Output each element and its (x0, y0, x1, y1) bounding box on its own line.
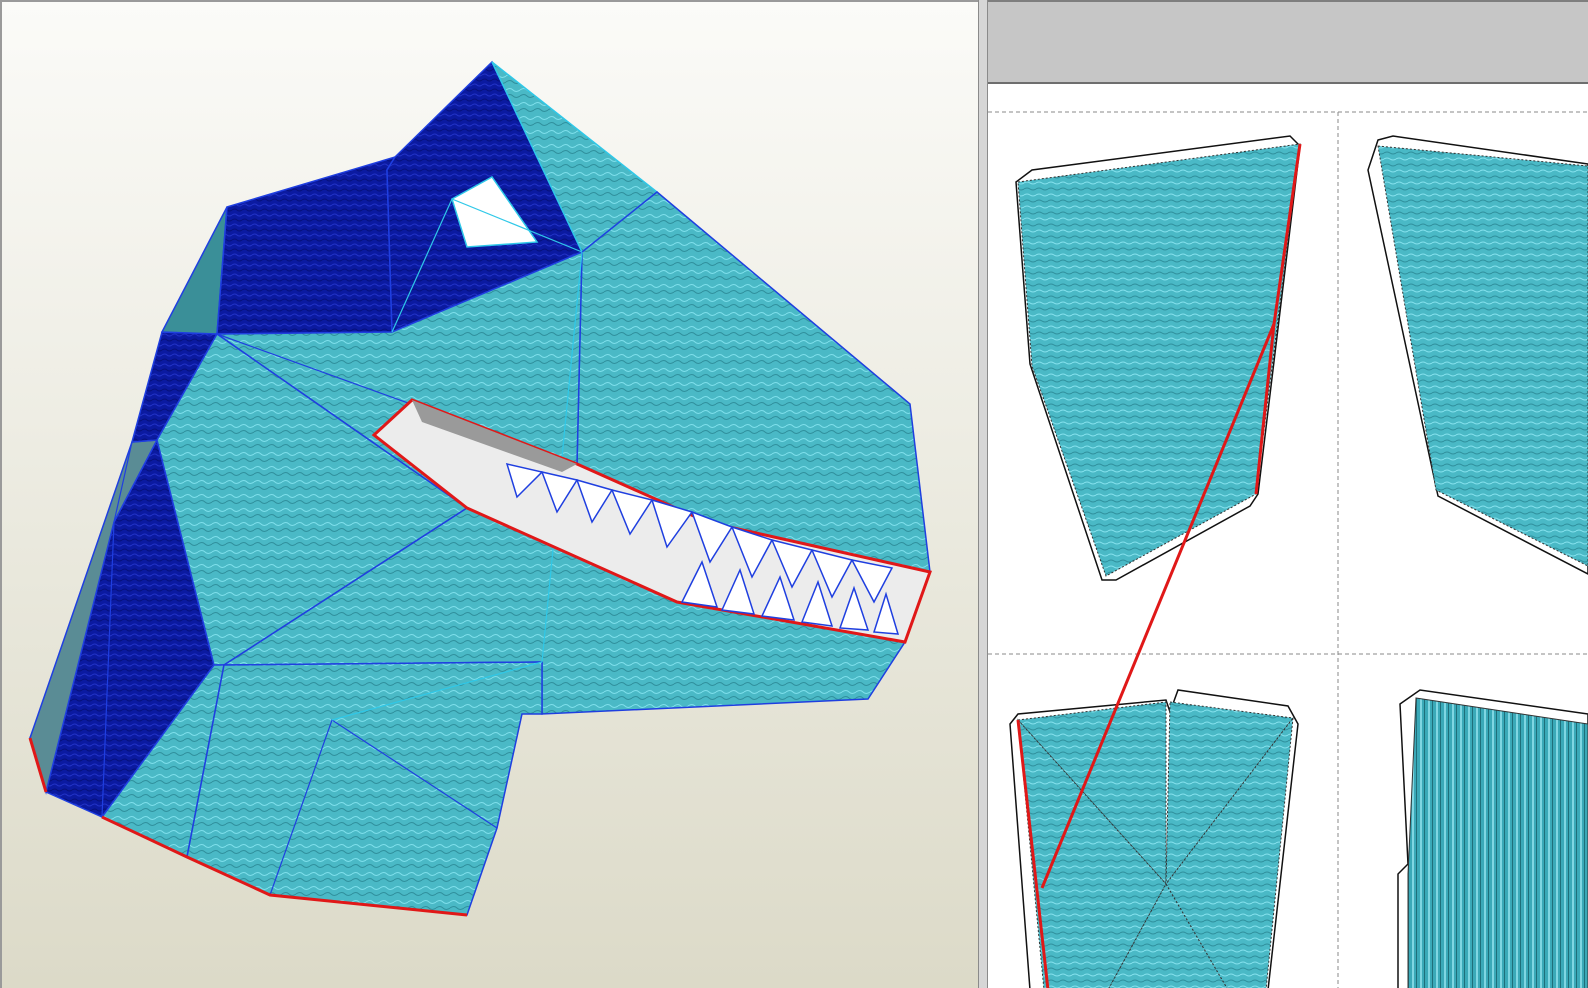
view-splitter[interactable] (978, 0, 988, 988)
model-face-dark-top (216, 155, 397, 335)
2d-view-toolbar (988, 2, 1588, 84)
model-face-jaw-lower (186, 661, 543, 916)
pattern-sheet[interactable] (988, 84, 1588, 988)
pattern-part[interactable] (1407, 697, 1588, 988)
3d-model-view[interactable] (0, 0, 978, 988)
2d-pattern-view[interactable] (988, 0, 1588, 988)
dinosaur-head-model[interactable] (2, 2, 978, 988)
model-face-side (160, 206, 228, 335)
